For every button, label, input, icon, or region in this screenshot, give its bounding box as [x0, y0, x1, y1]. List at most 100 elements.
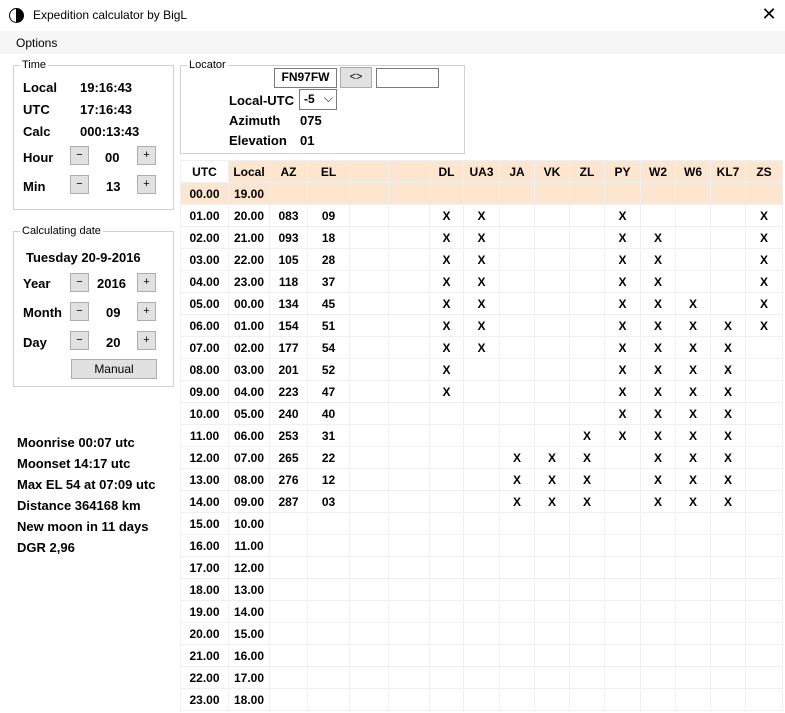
table-cell[interactable]: [388, 204, 430, 227]
column-header[interactable]: W2: [640, 160, 676, 183]
table-cell[interactable]: [675, 534, 711, 557]
table-row[interactable]: 23.00 18.00: [180, 688, 783, 711]
table-cell[interactable]: [675, 578, 711, 601]
table-cell[interactable]: [534, 314, 570, 337]
table-cell[interactable]: 00.00: [180, 182, 229, 205]
table-row[interactable]: 11.00 06.00 253 31 X X X X X: [180, 424, 783, 447]
table-cell[interactable]: [429, 490, 464, 513]
table-cell[interactable]: [640, 578, 676, 601]
table-cell[interactable]: [710, 292, 746, 315]
table-cell[interactable]: [745, 600, 783, 623]
table-cell[interactable]: [349, 204, 389, 227]
year-decrement-button[interactable]: −: [70, 273, 89, 292]
table-cell[interactable]: [307, 644, 350, 667]
table-cell[interactable]: [569, 182, 605, 205]
table-cell[interactable]: [534, 182, 570, 205]
table-cell[interactable]: [349, 468, 389, 491]
table-cell[interactable]: X: [710, 446, 746, 469]
column-header[interactable]: Local: [228, 160, 270, 183]
table-cell[interactable]: X: [640, 270, 676, 293]
table-cell[interactable]: [388, 556, 430, 579]
table-cell[interactable]: [349, 556, 389, 579]
table-cell[interactable]: [534, 248, 570, 271]
table-cell[interactable]: X: [429, 358, 464, 381]
table-cell[interactable]: [349, 424, 389, 447]
column-header[interactable]: EL: [307, 160, 350, 183]
table-cell[interactable]: [675, 182, 711, 205]
table-cell[interactable]: [463, 490, 500, 513]
table-cell[interactable]: X: [745, 292, 783, 315]
table-cell[interactable]: 20.00: [228, 204, 270, 227]
table-row[interactable]: 04.00 23.00 118 37 X X X X X: [180, 270, 783, 293]
table-cell[interactable]: [429, 182, 464, 205]
table-cell[interactable]: [675, 204, 711, 227]
table-cell[interactable]: [569, 512, 605, 535]
table-cell[interactable]: [307, 182, 350, 205]
table-cell[interactable]: [269, 688, 308, 711]
table-cell[interactable]: [463, 688, 500, 711]
table-row[interactable]: 18.00 13.00: [180, 578, 783, 601]
table-cell[interactable]: [307, 534, 350, 557]
table-cell[interactable]: 22: [307, 446, 350, 469]
table-cell[interactable]: [269, 182, 308, 205]
table-cell[interactable]: X: [745, 248, 783, 271]
table-cell[interactable]: [745, 468, 783, 491]
table-row[interactable]: 01.00 20.00 083 09 X X X X: [180, 204, 783, 227]
table-cell[interactable]: 11.00: [228, 534, 270, 557]
locator-input[interactable]: FN97FW: [274, 68, 337, 88]
table-cell[interactable]: [463, 556, 500, 579]
table-cell[interactable]: 04.00: [180, 270, 229, 293]
table-cell[interactable]: [534, 270, 570, 293]
table-cell[interactable]: [745, 622, 783, 645]
table-cell[interactable]: [388, 314, 430, 337]
table-cell[interactable]: X: [429, 336, 464, 359]
column-header[interactable]: VK: [534, 160, 570, 183]
table-cell[interactable]: [569, 336, 605, 359]
table-cell[interactable]: [388, 226, 430, 249]
table-cell[interactable]: 21.00: [180, 644, 229, 667]
table-cell[interactable]: X: [675, 446, 711, 469]
table-cell[interactable]: [499, 270, 535, 293]
table-cell[interactable]: [604, 600, 641, 623]
table-cell[interactable]: [569, 402, 605, 425]
table-cell[interactable]: [745, 402, 783, 425]
table-cell[interactable]: [534, 292, 570, 315]
table-cell[interactable]: X: [604, 226, 641, 249]
table-cell[interactable]: 134: [269, 292, 308, 315]
table-cell[interactable]: [640, 644, 676, 667]
table-cell[interactable]: [429, 424, 464, 447]
table-cell[interactable]: [534, 204, 570, 227]
table-cell[interactable]: X: [604, 204, 641, 227]
table-cell[interactable]: X: [429, 226, 464, 249]
table-cell[interactable]: [499, 688, 535, 711]
table-cell[interactable]: [429, 534, 464, 557]
table-cell[interactable]: 51: [307, 314, 350, 337]
table-cell[interactable]: X: [710, 336, 746, 359]
table-cell[interactable]: [499, 424, 535, 447]
table-cell[interactable]: [349, 666, 389, 689]
table-cell[interactable]: X: [429, 314, 464, 337]
table-cell[interactable]: [349, 644, 389, 667]
table-cell[interactable]: 177: [269, 336, 308, 359]
table-cell[interactable]: 28: [307, 248, 350, 271]
table-cell[interactable]: [388, 358, 430, 381]
table-cell[interactable]: [349, 446, 389, 469]
table-cell[interactable]: [349, 270, 389, 293]
table-cell[interactable]: 15.00: [180, 512, 229, 535]
table-cell[interactable]: [307, 622, 350, 645]
table-row[interactable]: 15.00 10.00: [180, 512, 783, 535]
table-cell[interactable]: [710, 204, 746, 227]
table-cell[interactable]: X: [640, 468, 676, 491]
table-cell[interactable]: [569, 556, 605, 579]
table-row[interactable]: 22.00 17.00: [180, 666, 783, 689]
table-cell[interactable]: [388, 578, 430, 601]
table-cell[interactable]: 04.00: [228, 380, 270, 403]
table-row[interactable]: 16.00 11.00: [180, 534, 783, 557]
table-cell[interactable]: [349, 622, 389, 645]
table-cell[interactable]: [388, 534, 430, 557]
table-cell[interactable]: [349, 358, 389, 381]
table-cell[interactable]: [269, 556, 308, 579]
table-cell[interactable]: [388, 182, 430, 205]
table-cell[interactable]: [349, 292, 389, 315]
table-cell[interactable]: X: [569, 468, 605, 491]
